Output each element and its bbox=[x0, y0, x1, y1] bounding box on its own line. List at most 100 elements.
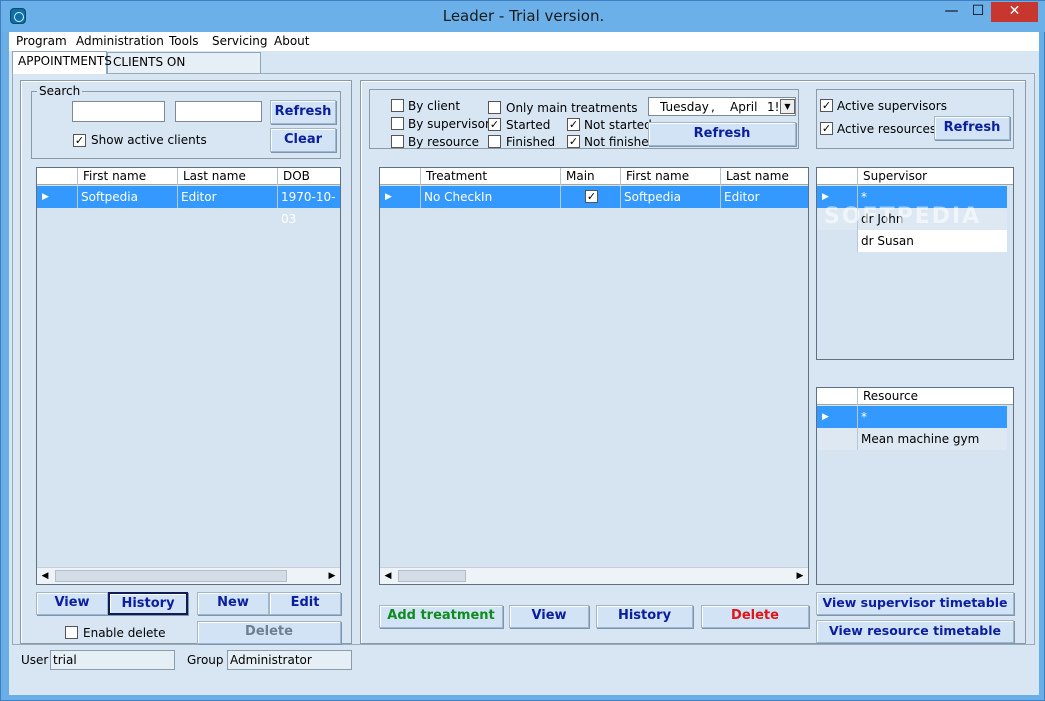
by-resource-checkbox[interactable] bbox=[391, 135, 404, 148]
menu-tools[interactable]: Tools bbox=[169, 34, 199, 48]
cell-resource: Mean machine gym bbox=[857, 428, 1007, 450]
active-resources-checkbox[interactable]: ✓ bbox=[820, 122, 833, 135]
active-supervisors-checkbox[interactable]: ✓ bbox=[820, 99, 833, 112]
row-pointer-icon: ▶ bbox=[42, 192, 49, 202]
started-label: Started bbox=[506, 118, 551, 132]
date-picker[interactable]: Tuesday , April 1! ▼ bbox=[648, 97, 796, 116]
treatments-refresh-button[interactable]: Refresh bbox=[648, 122, 796, 146]
clients-grid-scrollbar[interactable]: ◀ ▶ bbox=[37, 567, 340, 584]
column-last-name[interactable]: Last name bbox=[720, 168, 808, 185]
not-finished-checkbox[interactable]: ✓ bbox=[567, 135, 580, 148]
treatment-view-button[interactable]: View bbox=[509, 605, 589, 628]
only-main-treatments-label: Only main treatments bbox=[506, 101, 638, 115]
show-active-clients-label: Show active clients bbox=[91, 133, 207, 147]
column-supervisor[interactable]: Supervisor bbox=[857, 168, 1007, 185]
cell-main-treatment: ✓ bbox=[560, 186, 620, 208]
client-edit-button[interactable]: Edit bbox=[269, 592, 341, 615]
started-checkbox[interactable]: ✓ bbox=[488, 118, 501, 131]
treatments-grid-header: Treatment Main tre... First name Last na… bbox=[380, 168, 808, 200]
client-view-button[interactable]: View bbox=[36, 592, 108, 615]
main-treatment-checkbox[interactable]: ✓ bbox=[585, 190, 598, 203]
scroll-thumb[interactable] bbox=[398, 570, 466, 582]
resources-refresh-button[interactable]: Refresh bbox=[934, 116, 1010, 140]
softpedia-watermark: SOFTPEDIA bbox=[824, 204, 982, 229]
search-first-name-input[interactable] bbox=[72, 101, 165, 122]
maximize-button[interactable]: ☐ bbox=[965, 2, 991, 22]
finished-label: Finished bbox=[506, 135, 556, 149]
treatments-grid: Treatment Main tre... First name Last na… bbox=[379, 167, 809, 585]
by-client-checkbox[interactable] bbox=[391, 99, 404, 112]
menu-administration[interactable]: Administration bbox=[76, 34, 164, 48]
treatment-delete-button[interactable]: Delete bbox=[701, 605, 809, 628]
window-client-area: Program Administration Tools Servicing A… bbox=[9, 32, 1039, 695]
menu-about[interactable]: About bbox=[274, 34, 309, 48]
active-resources-label: Active resources bbox=[837, 122, 937, 136]
search-clear-button[interactable]: Clear bbox=[270, 128, 336, 152]
view-supervisor-timetable-button[interactable]: View supervisor timetable bbox=[816, 592, 1014, 615]
close-button[interactable]: ✕ bbox=[991, 2, 1038, 22]
column-dob[interactable]: DOB bbox=[277, 168, 340, 185]
scroll-right-icon[interactable]: ▶ bbox=[792, 568, 808, 584]
column-first-name[interactable]: First name bbox=[620, 168, 720, 185]
clients-panel: Search Refresh ✓ Show active clients Cle… bbox=[20, 80, 352, 644]
window-title: Leader - Trial version. bbox=[442, 7, 605, 25]
supervisor-grid: Supervisor ▶ * dr John dr Susan bbox=[816, 167, 1014, 360]
table-row[interactable]: Mean machine gym bbox=[817, 428, 1007, 450]
table-row[interactable]: dr Susan bbox=[817, 230, 1007, 252]
enable-delete-label: Enable delete bbox=[83, 626, 166, 640]
by-resource-label: By resource bbox=[408, 135, 480, 149]
minimize-button[interactable]: — bbox=[938, 2, 965, 22]
by-supervisor-checkbox[interactable] bbox=[391, 117, 404, 130]
column-resource[interactable]: Resource bbox=[857, 388, 1007, 405]
scroll-right-icon[interactable]: ▶ bbox=[324, 568, 340, 584]
cell-dob: 1970-10-03 bbox=[277, 186, 340, 226]
active-supervisors-label: Active supervisors bbox=[837, 99, 947, 113]
scroll-thumb[interactable] bbox=[55, 570, 287, 582]
menu-servicing[interactable]: Servicing bbox=[212, 34, 268, 48]
date-dropdown-icon[interactable]: ▼ bbox=[780, 99, 795, 114]
column-treatment[interactable]: Treatment bbox=[420, 168, 560, 185]
row-pointer-icon: ▶ bbox=[385, 192, 392, 202]
enable-delete-checkbox[interactable] bbox=[65, 626, 78, 639]
scroll-left-icon[interactable]: ◀ bbox=[380, 568, 396, 584]
cell-treatment: No CheckIn bbox=[420, 186, 560, 208]
treatments-grid-scrollbar[interactable]: ◀ ▶ bbox=[380, 567, 808, 584]
only-main-treatments-checkbox[interactable] bbox=[488, 101, 501, 114]
supervisor-grid-header: Supervisor bbox=[817, 168, 1013, 185]
menu-program[interactable]: Program bbox=[16, 34, 67, 48]
by-client-label: By client bbox=[408, 99, 461, 113]
resource-grid-header: Resource bbox=[817, 388, 1013, 405]
table-row[interactable]: ▶ Softpedia Editor 1970-10-03 bbox=[37, 186, 340, 226]
client-history-button[interactable]: History bbox=[108, 592, 188, 615]
column-last-name[interactable]: Last name bbox=[177, 168, 277, 185]
search-last-name-input[interactable] bbox=[175, 101, 262, 122]
scroll-left-icon[interactable]: ◀ bbox=[37, 568, 53, 584]
view-resource-timetable-button[interactable]: View resource timetable bbox=[816, 620, 1014, 643]
group-value: Administrator bbox=[227, 650, 352, 670]
add-treatment-button[interactable]: Add treatment bbox=[379, 605, 503, 628]
clients-grid: First name Last name DOB ▶ Softpedia Edi… bbox=[36, 167, 341, 585]
finished-checkbox[interactable] bbox=[488, 135, 501, 148]
client-new-button[interactable]: New bbox=[197, 592, 269, 615]
tab-appointments[interactable]: APPOINTMENTS bbox=[12, 51, 112, 74]
tab-clients-on-treatments[interactable]: CLIENTS ON TREATMENTS bbox=[107, 52, 261, 88]
column-main-treatment[interactable]: Main tre... bbox=[560, 168, 620, 200]
column-first-name[interactable]: First name bbox=[77, 168, 177, 185]
client-delete-button[interactable]: Delete bbox=[197, 621, 341, 644]
date-separator: , bbox=[711, 100, 715, 114]
user-label: User bbox=[21, 653, 49, 667]
status-bar: User trial Group Administrator bbox=[9, 648, 1039, 672]
treatment-history-button[interactable]: History bbox=[596, 605, 693, 628]
clients-grid-header: First name Last name DOB bbox=[37, 168, 340, 185]
date-day-number: 1! bbox=[767, 100, 780, 114]
table-row[interactable]: ▶ * bbox=[817, 406, 1007, 428]
row-pointer-icon: ▶ bbox=[822, 412, 829, 422]
show-active-clients-checkbox[interactable]: ✓ bbox=[73, 134, 86, 147]
table-row[interactable]: ▶ No CheckIn ✓ Softpedia Editor bbox=[380, 186, 808, 208]
group-label: Group bbox=[187, 653, 224, 667]
title-bar: Leader - Trial version. — ☐ ✕ bbox=[1, 1, 1045, 32]
not-started-checkbox[interactable]: ✓ bbox=[567, 118, 580, 131]
cell-last-name: Editor bbox=[177, 186, 277, 208]
search-refresh-button[interactable]: Refresh bbox=[270, 100, 336, 124]
not-started-label: Not started bbox=[584, 118, 652, 132]
